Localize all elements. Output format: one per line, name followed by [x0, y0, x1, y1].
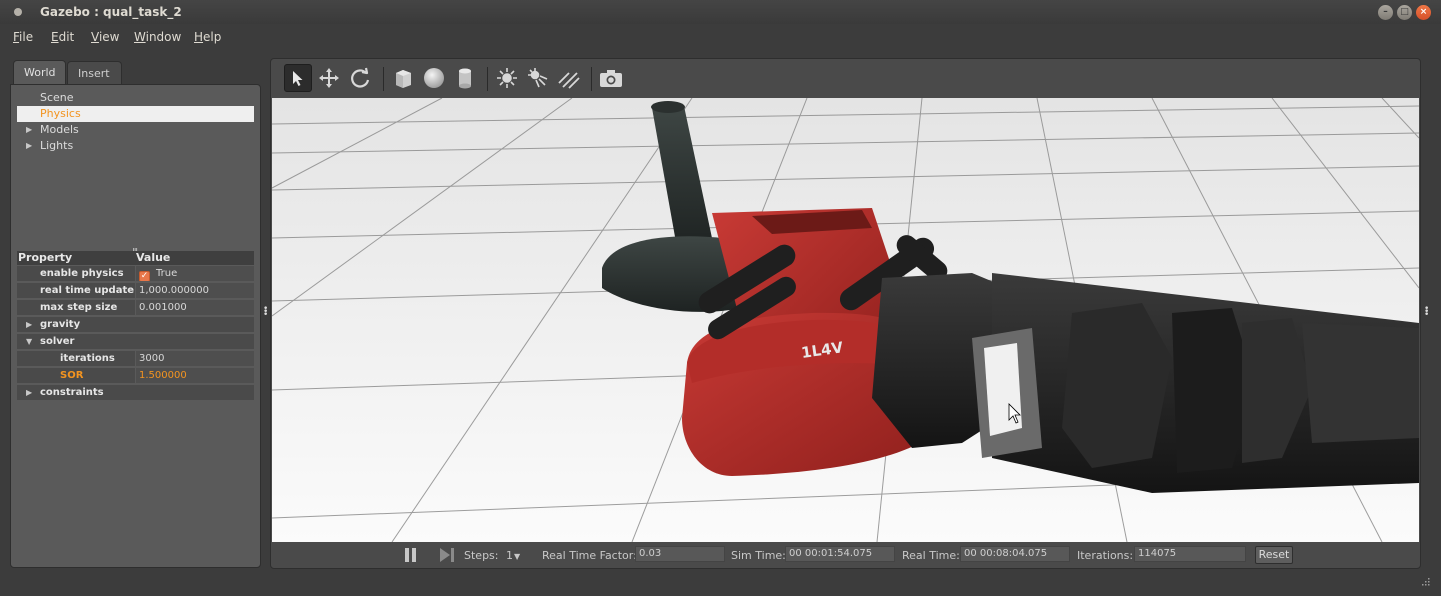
sphere-shape-icon[interactable] [420, 64, 448, 92]
tree-item-label: Models [40, 123, 79, 136]
property-name: gravity [40, 319, 81, 330]
property-name: constraints [40, 387, 104, 398]
property-table: Property Value enable physics ✓ True real… [17, 251, 254, 401]
menu-view[interactable]: View [91, 30, 119, 44]
property-name: max step size [40, 302, 118, 313]
spot-light-icon[interactable] [524, 64, 552, 92]
left-splitter-handle[interactable]: • • • [263, 305, 268, 320]
directional-light-icon[interactable] [555, 64, 583, 92]
iterations-field[interactable]: 3000 [136, 351, 254, 366]
screenshot-camera-icon[interactable] [597, 64, 625, 92]
expand-arrow-icon[interactable]: ▶ [26, 385, 32, 400]
reset-button[interactable]: Reset [1255, 546, 1293, 564]
property-row-max-step-size: max step size 0.001000 [17, 299, 254, 316]
property-name: solver [40, 336, 75, 347]
cylinder-shape-icon[interactable] [451, 64, 479, 92]
tree-item-models[interactable]: ▶ Models [17, 122, 254, 138]
property-name: real time update ... [40, 285, 135, 296]
step-icon[interactable] [439, 547, 455, 566]
property-value: True [156, 268, 178, 279]
tree-item-label: Scene [40, 91, 74, 104]
tab-world[interactable]: World [13, 60, 66, 85]
expand-arrow-icon[interactable]: ▶ [26, 122, 32, 138]
window-title: Gazebo : qual_task_2 [40, 5, 182, 19]
iterations-count-field: 114075 [1134, 546, 1246, 562]
minimize-button[interactable]: – [1378, 5, 1393, 20]
sim-time-field: 00 00:01:54.075 [785, 546, 895, 562]
rtf-field: 0.03 [635, 546, 725, 562]
tree-item-label: Physics [40, 107, 81, 120]
steps-value[interactable]: 1 [506, 549, 513, 562]
property-group-solver[interactable]: ▼ solver [17, 333, 254, 350]
resize-grip-icon[interactable] [1420, 576, 1430, 586]
real-time-label: Real Time: [902, 549, 960, 562]
rotate-mode-icon[interactable] [346, 64, 374, 92]
expand-arrow-icon[interactable]: ▶ [26, 317, 32, 332]
box-shape-icon[interactable] [389, 64, 417, 92]
property-name: enable physics [40, 268, 124, 279]
collapse-arrow-icon[interactable]: ▼ [26, 334, 32, 349]
steps-label: Steps: [464, 549, 499, 562]
menu-file[interactable]: File [13, 30, 33, 44]
3d-viewport[interactable]: 1L4V [272, 98, 1419, 542]
maximize-button[interactable]: □ [1397, 5, 1412, 20]
property-row-sor: SOR 1.500000 [17, 367, 254, 384]
iterations-label: Iterations: [1077, 549, 1134, 562]
rtf-label: Real Time Factor: [542, 549, 637, 562]
property-row-iterations: iterations 3000 [17, 350, 254, 367]
column-header-value[interactable]: Value [136, 251, 170, 265]
property-group-constraints[interactable]: ▶ constraints [17, 384, 254, 401]
pause-icon[interactable] [404, 547, 418, 566]
tree-item-label: Lights [40, 139, 74, 152]
tree-item-physics[interactable]: Physics [17, 106, 254, 122]
real-time-field: 00 00:08:04.075 [960, 546, 1070, 562]
menu-edit[interactable]: Edit [51, 30, 74, 44]
menu-bar: File Edit View Window Help [0, 24, 1441, 50]
column-header-property[interactable]: Property [18, 251, 72, 265]
property-row-enable-physics: enable physics ✓ True [17, 265, 254, 282]
render-toolbar [271, 59, 1420, 97]
right-splitter-handle[interactable]: • • • [1424, 305, 1429, 320]
menu-window[interactable]: Window [134, 30, 181, 44]
sor-field[interactable]: 1.500000 [136, 368, 254, 383]
property-group-gravity[interactable]: ▶ gravity [17, 316, 254, 333]
max-step-size-field[interactable]: 0.001000 [136, 300, 254, 315]
render-panel: 1L4V Steps: 1 ▼ Real Time Factor: 0.03 S… [270, 58, 1421, 569]
real-time-update-field[interactable]: 1,000.000000 [136, 283, 254, 298]
enable-physics-checkbox[interactable]: ✓ [139, 271, 150, 281]
translate-mode-icon[interactable] [315, 64, 343, 92]
steps-dropdown-icon[interactable]: ▼ [514, 552, 520, 561]
tab-insert[interactable]: Insert [67, 61, 122, 84]
property-name: iterations [60, 353, 115, 364]
select-mode-icon[interactable] [284, 64, 312, 92]
expand-arrow-icon[interactable]: ▶ [26, 138, 32, 154]
property-name: SOR [60, 370, 84, 381]
sim-status-bar: Steps: 1 ▼ Real Time Factor: 0.03 Sim Ti… [272, 543, 1419, 567]
property-table-header: Property Value [17, 251, 254, 265]
point-light-icon[interactable] [493, 64, 521, 92]
window-titlebar: Gazebo : qual_task_2 – □ × [0, 0, 1441, 24]
close-button[interactable]: × [1416, 5, 1431, 20]
window-menu-icon[interactable] [14, 8, 22, 16]
tree-item-lights[interactable]: ▶ Lights [17, 138, 254, 154]
sim-time-label: Sim Time: [731, 549, 786, 562]
scene-render: 1L4V [272, 98, 1419, 542]
tree-item-scene[interactable]: Scene [17, 90, 254, 106]
menu-help[interactable]: Help [194, 30, 221, 44]
property-row-real-time-update: real time update ... 1,000.000000 [17, 282, 254, 299]
world-panel: Scene Physics ▶ Models ▶ Lights ||| Prop… [10, 84, 261, 568]
